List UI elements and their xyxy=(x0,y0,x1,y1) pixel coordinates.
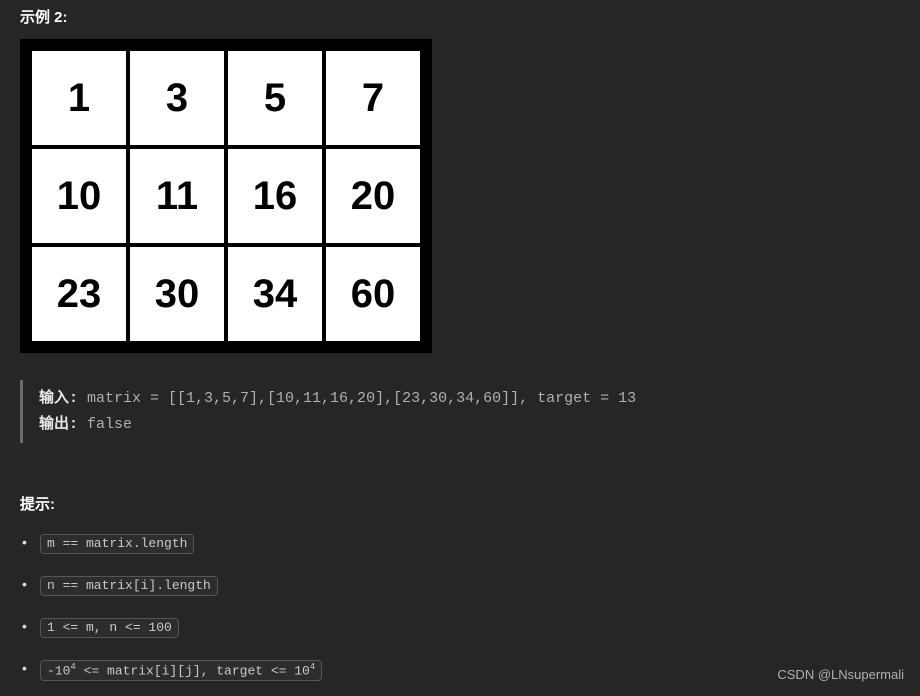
matrix-cell: 20 xyxy=(324,147,422,245)
matrix-cell: 3 xyxy=(128,49,226,147)
io-input-label: 输入: xyxy=(39,390,78,407)
list-item: -104 <= matrix[i][j], target <= 104 xyxy=(22,660,900,681)
hint-text: <= matrix[i][j], target <= 10 xyxy=(76,663,310,678)
table-row: 1 3 5 7 xyxy=(30,49,422,147)
hint-code: 1 <= m, n <= 100 xyxy=(40,618,179,638)
matrix-cell: 30 xyxy=(128,245,226,343)
matrix-table: 1 3 5 7 10 11 16 20 23 30 34 60 xyxy=(28,47,424,345)
io-input-line: 输入: matrix = [[1,3,5,7],[10,11,16,20],[2… xyxy=(39,386,900,412)
list-item: 1 <= m, n <= 100 xyxy=(22,618,900,638)
table-row: 23 30 34 60 xyxy=(30,245,422,343)
io-input-text: matrix = [[1,3,5,7],[10,11,16,20],[23,30… xyxy=(78,390,636,407)
hint-sup: 4 xyxy=(310,662,315,672)
hint-code: m == matrix.length xyxy=(40,534,194,554)
list-item: n == matrix[i].length xyxy=(22,576,900,596)
hints-heading: 提示: xyxy=(20,493,900,514)
matrix-cell: 10 xyxy=(30,147,128,245)
matrix-cell: 34 xyxy=(226,245,324,343)
table-row: 10 11 16 20 xyxy=(30,147,422,245)
hint-code: n == matrix[i].length xyxy=(40,576,218,596)
io-output-text: false xyxy=(78,416,132,433)
matrix-cell: 23 xyxy=(30,245,128,343)
matrix-cell: 60 xyxy=(324,245,422,343)
matrix-figure: 1 3 5 7 10 11 16 20 23 30 34 60 xyxy=(20,39,432,353)
io-output-line: 输出: false xyxy=(39,412,900,438)
io-block: 输入: matrix = [[1,3,5,7],[10,11,16,20],[2… xyxy=(20,380,900,443)
matrix-cell: 5 xyxy=(226,49,324,147)
matrix-cell: 7 xyxy=(324,49,422,147)
list-item: m == matrix.length xyxy=(22,534,900,554)
hint-text: -10 xyxy=(47,663,70,678)
matrix-cell: 11 xyxy=(128,147,226,245)
matrix-cell: 1 xyxy=(30,49,128,147)
example-heading: 示例 2: xyxy=(20,0,900,39)
hints-list: m == matrix.length n == matrix[i].length… xyxy=(20,534,900,681)
matrix-cell: 16 xyxy=(226,147,324,245)
watermark: CSDN @LNsupermali xyxy=(777,667,904,682)
hint-code: -104 <= matrix[i][j], target <= 104 xyxy=(40,660,322,681)
io-output-label: 输出: xyxy=(39,416,78,433)
